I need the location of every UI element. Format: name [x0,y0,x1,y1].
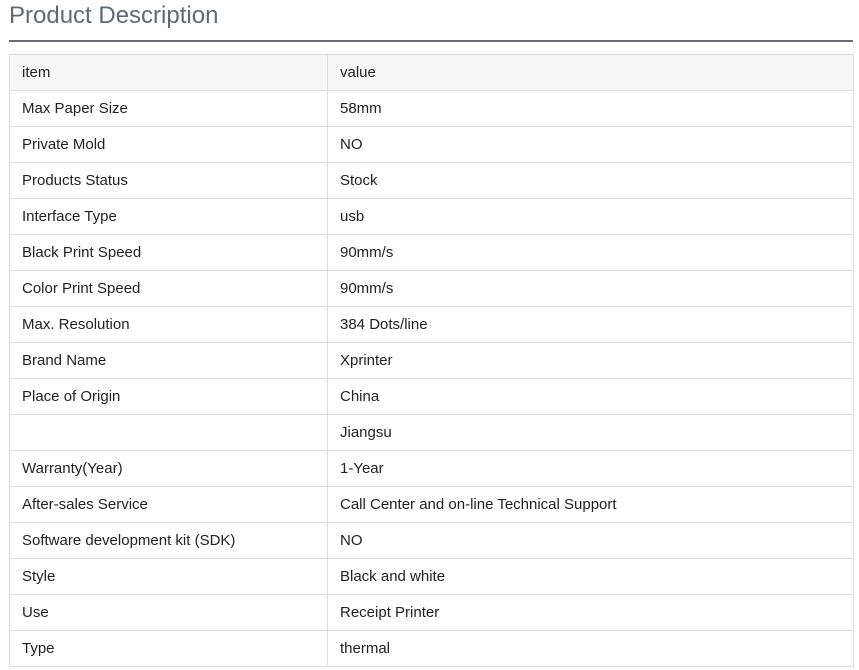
value-cell: NO [327,126,854,163]
value-cell: Black and white [327,558,854,595]
item-cell: Private Mold [9,126,328,163]
item-cell: Max. Resolution [9,306,328,343]
item-cell: Use [9,594,328,631]
value-cell: NO [327,522,854,559]
item-cell: Color Print Speed [9,270,328,307]
header-item-cell: item [9,54,328,91]
table-row: Jiangsu [9,414,854,451]
value-cell: 90mm/s [327,270,854,307]
value-cell: Jiangsu [327,414,854,451]
table-row: Interface Type usb [9,198,854,235]
table-row: Style Black and white [9,558,854,595]
value-cell: Receipt Printer [327,594,854,631]
value-cell: 58mm [327,90,854,127]
table-row: Software development kit (SDK) NO [9,522,854,559]
item-cell: Black Print Speed [9,234,328,271]
table-row: Max. Resolution 384 Dots/line [9,306,854,343]
table-header-row: item value [9,54,854,91]
value-cell: 1-Year [327,450,854,487]
value-cell: Call Center and on-line Technical Suppor… [327,486,854,523]
item-cell: Software development kit (SDK) [9,522,328,559]
value-cell: Xprinter [327,342,854,379]
value-cell: 90mm/s [327,234,854,271]
item-cell: Brand Name [9,342,328,379]
value-cell: thermal [327,630,854,667]
item-cell: After-sales Service [9,486,328,523]
table-row: Use Receipt Printer [9,594,854,631]
item-cell: Style [9,558,328,595]
item-cell: Products Status [9,162,328,199]
item-cell: Place of Origin [9,378,328,415]
value-cell: 384 Dots/line [327,306,854,343]
product-spec-table: item value Max Paper Size 58mm Private M… [9,54,854,667]
title-divider [9,40,853,42]
table-row: Color Print Speed 90mm/s [9,270,854,307]
table-row: After-sales Service Call Center and on-l… [9,486,854,523]
value-cell: China [327,378,854,415]
item-cell: Interface Type [9,198,328,235]
table-row: Brand Name Xprinter [9,342,854,379]
item-cell: Max Paper Size [9,90,328,127]
value-cell: usb [327,198,854,235]
table-row: Place of Origin China [9,378,854,415]
item-cell [9,414,328,451]
page-title: Product Description [9,2,219,29]
table-row: Type thermal [9,630,854,667]
table-row: Black Print Speed 90mm/s [9,234,854,271]
table-row: Max Paper Size 58mm [9,90,854,127]
value-cell: Stock [327,162,854,199]
item-cell: Type [9,630,328,667]
item-cell: Warranty(Year) [9,450,328,487]
table-row: Products Status Stock [9,162,854,199]
table-row: Private Mold NO [9,126,854,163]
header-value-cell: value [327,54,854,91]
table-row: Warranty(Year) 1-Year [9,450,854,487]
